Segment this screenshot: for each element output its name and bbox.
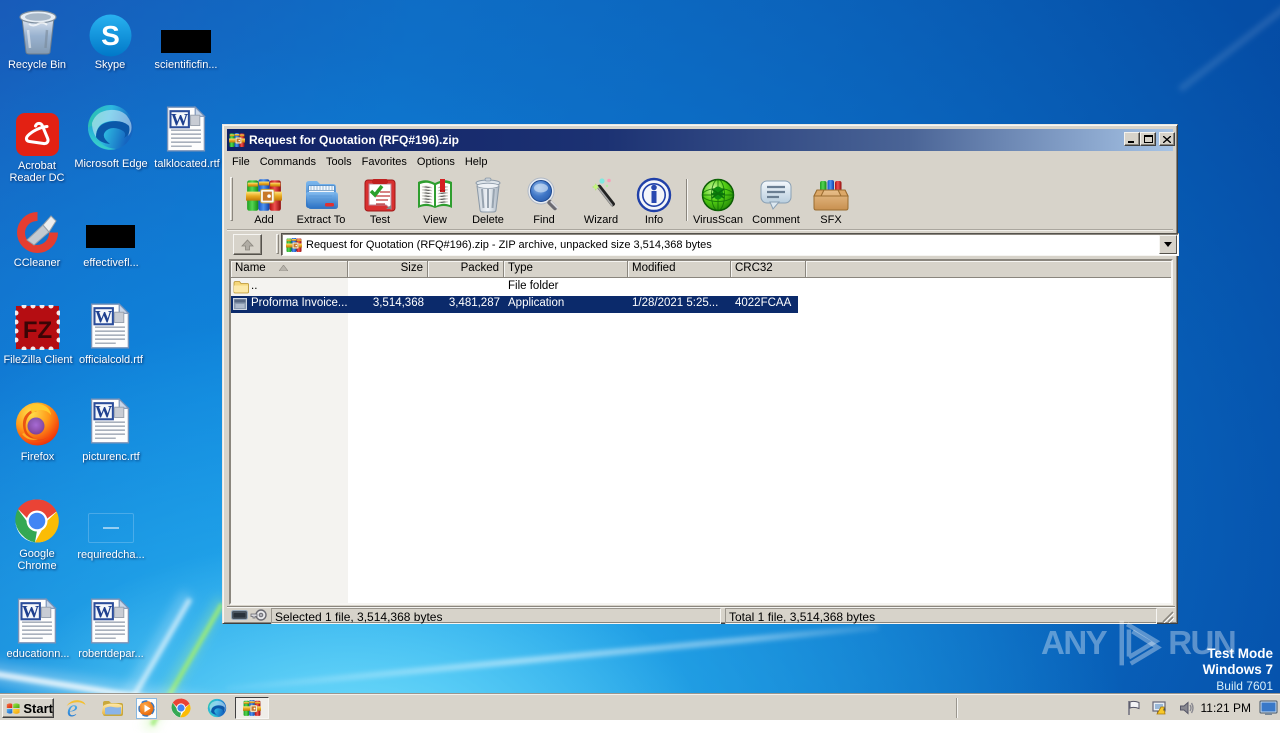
svg-text:S: S — [101, 20, 120, 51]
svg-text:FZ: FZ — [23, 317, 52, 344]
svg-text:*: * — [1163, 708, 1166, 715]
